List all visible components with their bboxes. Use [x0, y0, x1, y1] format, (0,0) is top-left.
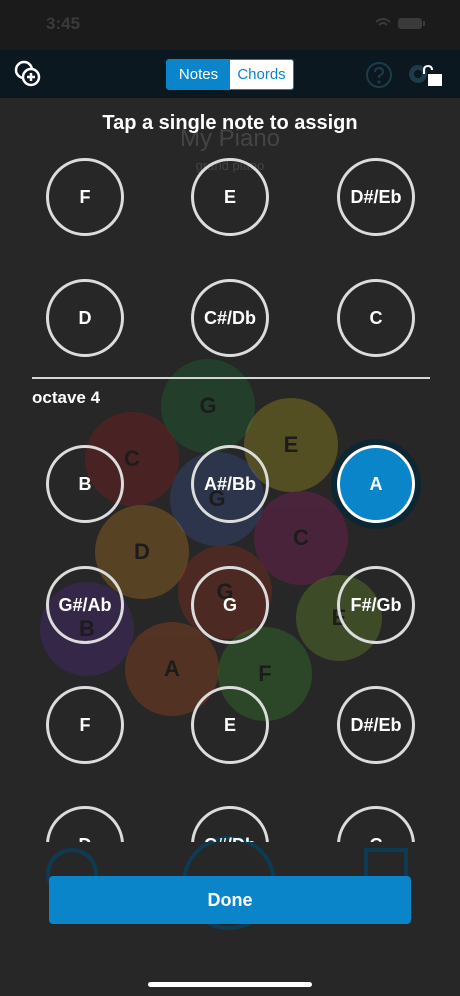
- note-button-selected[interactable]: A: [337, 445, 415, 523]
- note-button[interactable]: G: [191, 566, 269, 644]
- status-icons: [374, 16, 434, 33]
- top-bar: Notes Chords: [0, 50, 460, 98]
- done-button[interactable]: Done: [49, 876, 411, 924]
- status-time: 3:45: [46, 14, 81, 33]
- note-button[interactable]: E: [191, 686, 269, 764]
- tab-notes[interactable]: Notes: [167, 60, 230, 89]
- mode-toggle: Notes Chords: [166, 59, 294, 90]
- bg-note-circle: G: [161, 359, 255, 453]
- assign-prompt: Tap a single note to assign: [102, 112, 358, 134]
- octave-divider: [32, 377, 430, 379]
- note-button[interactable]: F#/Gb: [337, 566, 415, 644]
- note-button[interactable]: D#/Eb: [337, 158, 415, 236]
- note-button[interactable]: F: [46, 686, 124, 764]
- note-button[interactable]: D: [46, 279, 124, 357]
- tab-chords[interactable]: Chords: [230, 60, 293, 89]
- note-button[interactable]: D: [46, 806, 124, 842]
- note-grid-clipped-row: D C#/Db C: [0, 800, 460, 842]
- bg-note-circle: C: [254, 491, 348, 585]
- help-icon[interactable]: [365, 61, 393, 89]
- status-bar: 3:45: [0, 0, 460, 50]
- unlock-icon[interactable]: [420, 64, 444, 88]
- note-button[interactable]: A#/Bb: [191, 445, 269, 523]
- note-button[interactable]: C#/Db: [191, 279, 269, 357]
- note-button[interactable]: E: [191, 158, 269, 236]
- note-button[interactable]: C#/Db: [191, 806, 269, 842]
- home-indicator: [148, 982, 312, 987]
- note-button[interactable]: G#/Ab: [46, 566, 124, 644]
- note-button[interactable]: C: [337, 279, 415, 357]
- note-button[interactable]: F: [46, 158, 124, 236]
- octave-label: octave 4: [32, 388, 101, 407]
- add-instrument-icon[interactable]: [14, 60, 44, 88]
- note-button[interactable]: B: [46, 445, 124, 523]
- note-button[interactable]: D#/Eb: [337, 686, 415, 764]
- note-button[interactable]: C: [337, 806, 415, 842]
- wifi-battery-icon: [375, 18, 425, 29]
